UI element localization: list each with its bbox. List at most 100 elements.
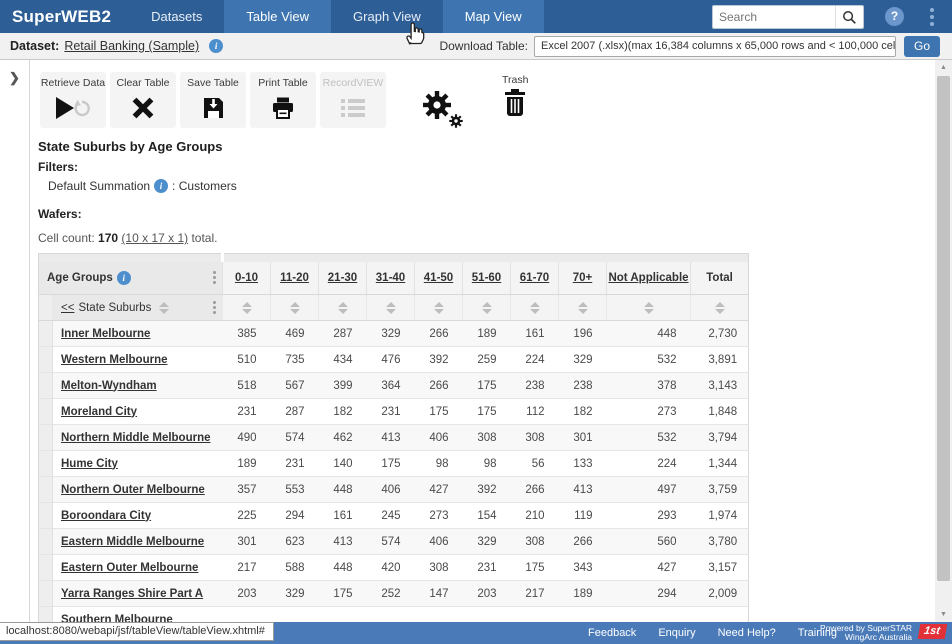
sort-icon[interactable] [338,302,348,314]
footer-link-enquiry[interactable]: Enquiry [658,627,695,639]
filter-info-icon[interactable]: i [154,179,168,193]
overflow-menu-icon[interactable] [930,8,934,29]
column-sort-cell [271,295,319,321]
row-header-link[interactable]: Hume City [61,458,118,470]
row-header-link[interactable]: Yarra Ranges Shire Part A [61,588,203,600]
scroll-up-icon[interactable]: ▲ [935,60,952,75]
download-format-value: Excel 2007 (.xlsx)(max 16,384 columns x … [541,40,896,52]
retrieve-data-button[interactable]: Retrieve Data [40,72,106,128]
data-cell: 434 [319,347,367,373]
row-gutter-cell [39,607,53,623]
data-cell: 343 [559,555,607,581]
search-input[interactable] [713,10,835,24]
data-cell: 238 [559,373,607,399]
column-header-label[interactable]: 31-40 [376,272,405,284]
data-cell: 259 [463,347,511,373]
print-table-button[interactable]: Print Table [250,72,316,128]
sort-icon[interactable] [578,302,588,314]
data-cell: 364 [367,373,415,399]
scrollbar-thumb[interactable] [937,76,950,581]
column-dimension-menu-icon[interactable] [207,269,216,286]
data-cell: 490 [223,425,271,451]
table-row: Northern Middle Melbourne490574462413406… [39,425,749,451]
nav-item-datasets[interactable]: Datasets [129,0,224,33]
dataset-info-icon[interactable]: i [209,39,223,53]
nav-item-table-view[interactable]: Table View [224,0,331,33]
cell-count-link[interactable]: (10 x 17 x 1) [121,231,188,245]
row-header-link[interactable]: Southern Melbourne [61,614,173,623]
column-header-label[interactable]: 70+ [573,272,593,284]
data-table-container: Age Groupsi0-1011-2021-3031-4041-5051-60… [38,253,750,622]
table-options-gear-icon[interactable] [420,90,466,130]
sort-icon[interactable] [644,302,654,314]
expand-panel-chevron-icon[interactable]: ❯ [7,70,23,86]
data-cell: 308 [511,425,559,451]
column-header-label[interactable]: 11-20 [280,272,309,284]
wingarc-logo[interactable]: 1st [918,624,948,639]
sort-icon[interactable] [290,302,300,314]
dataset-link[interactable]: Retail Banking (Sample) [64,39,199,53]
data-cell: 161 [511,321,559,347]
sort-icon[interactable] [159,302,169,314]
data-cell: 462 [319,425,367,451]
column-header-label[interactable]: 0-10 [235,272,258,284]
column-header-label[interactable]: 51-60 [472,272,501,284]
sort-icon[interactable] [530,302,540,314]
row-header-link[interactable]: Melton-Wyndham [61,380,157,392]
data-cell: 392 [415,347,463,373]
column-header-label[interactable]: Not Applicable [608,272,688,284]
data-cell: 189 [223,451,271,477]
data-cell: 147 [415,581,463,607]
column-header: 61-70 [511,262,559,295]
data-cell: 406 [415,425,463,451]
help-icon[interactable]: ? [885,7,904,26]
row-gutter-cell [39,451,53,477]
row-header-link[interactable]: Eastern Middle Melbourne [61,536,204,548]
sort-icon[interactable] [482,302,492,314]
save-table-button[interactable]: Save Table [180,72,246,128]
scroll-down-icon[interactable]: ▼ [935,607,952,622]
sort-icon[interactable] [715,302,725,314]
row-header-link[interactable]: Northern Middle Melbourne [61,432,211,444]
vertical-scrollbar[interactable]: ▲ ▼ [935,60,952,622]
row-header-link[interactable]: Eastern Outer Melbourne [61,562,198,574]
search-box[interactable] [712,5,864,29]
column-header: 51-60 [463,262,511,295]
data-cell: 225 [223,503,271,529]
data-cell: 385 [223,321,271,347]
sort-icon[interactable] [434,302,444,314]
row-header-link[interactable]: Inner Melbourne [61,328,150,340]
download-format-select[interactable]: Excel 2007 (.xlsx)(max 16,384 columns x … [534,36,896,57]
sort-icon[interactable] [386,302,396,314]
search-icon[interactable] [835,6,863,28]
download-table-label: Download Table: [439,39,528,53]
row-header-link[interactable]: Northern Outer Melbourne [61,484,205,496]
row-header-link[interactable]: Boroondara City [61,510,151,522]
clear-table-button[interactable]: Clear Table [110,72,176,128]
nav-item-map-view[interactable]: Map View [443,0,544,33]
main-content: Retrieve Data Clear Table Save Table Pri… [30,60,935,622]
footer-link-need-help[interactable]: Need Help? [718,627,776,639]
row-header-link[interactable]: Moreland City [61,406,137,418]
data-cell: 266 [415,373,463,399]
column-header-label[interactable]: 61-70 [520,272,549,284]
row-header-link[interactable]: Western Melbourne [61,354,168,366]
age-groups-info-icon[interactable]: i [117,271,131,285]
trash-dropzone[interactable]: Trash [502,74,528,119]
row-dimension-menu-icon[interactable] [207,299,216,316]
column-header-label[interactable]: 21-30 [328,272,357,284]
row-header-cell: Northern Middle Melbourne [53,425,223,451]
go-button[interactable]: Go [904,36,940,57]
column-header-label[interactable]: 41-50 [424,272,453,284]
table-row: Eastern Outer Melbourne21758844842030823… [39,555,749,581]
row-dimension-collapse-link[interactable]: << [61,302,74,314]
data-cell: 196 [559,321,607,347]
data-cell: 154 [463,503,511,529]
status-url-tooltip: localhost:8080/webapi/jsf/tableView/tabl… [0,622,274,641]
footer-link-feedback[interactable]: Feedback [588,627,636,639]
sort-icon[interactable] [242,302,252,314]
data-cell: 427 [415,477,463,503]
data-cell: 231 [271,451,319,477]
nav-item-graph-view[interactable]: Graph View [331,0,443,33]
data-cell: 175 [463,399,511,425]
